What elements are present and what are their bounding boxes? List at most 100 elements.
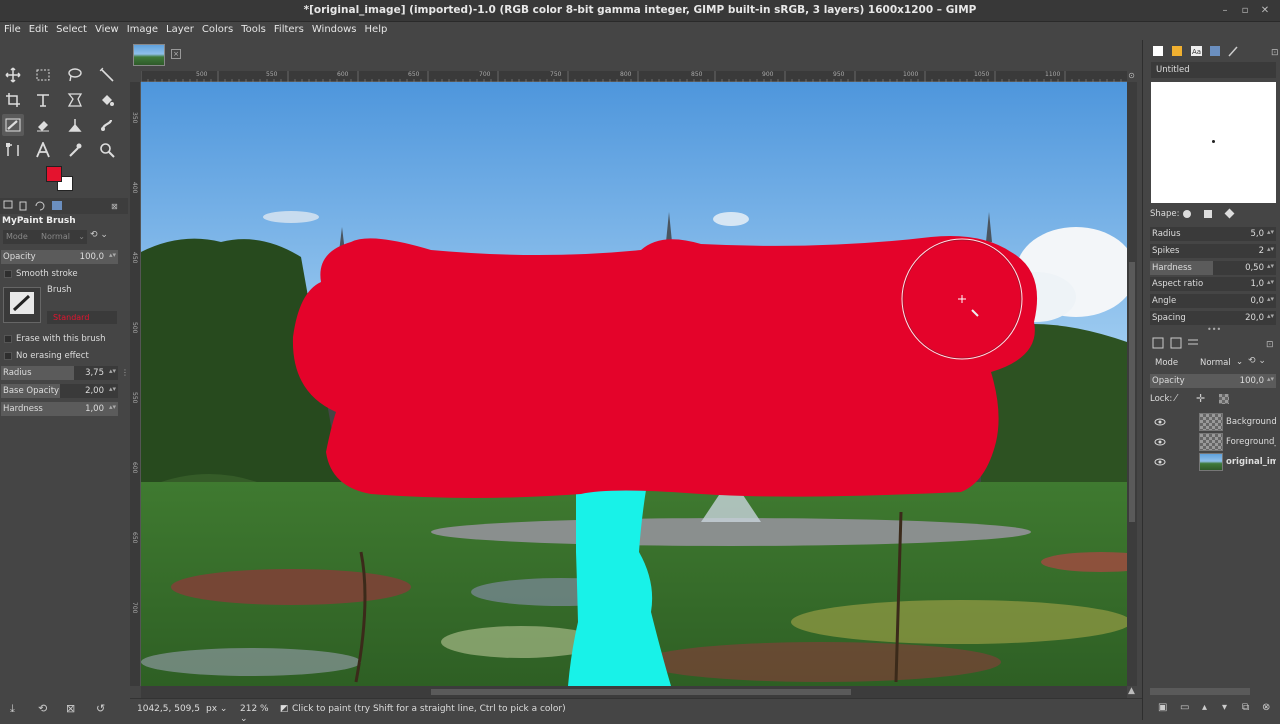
smooth-stroke-checkbox[interactable] [4, 270, 12, 278]
menu-layer[interactable]: Layer [162, 22, 198, 35]
visibility-eye-icon[interactable] [1154, 416, 1166, 428]
brush-name-field[interactable]: Standard [47, 311, 117, 324]
warp-transform-icon[interactable] [64, 89, 86, 111]
clone-icon[interactable] [64, 114, 86, 136]
zoom-icon[interactable] [96, 139, 118, 161]
layer-mode-reset-icon[interactable]: ⟲ ⌄ [1248, 356, 1266, 366]
no-erasing-checkbox[interactable] [4, 352, 12, 360]
layers-bottom-bar: ▣ ▭ ▴ ▾ ⧉ ⊗ [1150, 700, 1278, 718]
brush-angle-slider[interactable]: Angle 0,0 ▴▾ [1150, 294, 1276, 308]
close-button[interactable]: ✕ [1258, 4, 1272, 18]
unit-select[interactable]: px ⌄ [202, 702, 234, 717]
brush-spikes-slider[interactable]: Spikes 2 ▴▾ [1150, 244, 1276, 258]
circle-shape-icon[interactable] [1183, 210, 1191, 218]
lock-pixels-icon[interactable]: ⁄ [1175, 393, 1177, 404]
layer-name: Background_f [1226, 417, 1276, 427]
maximize-button[interactable]: ▫ [1238, 4, 1252, 18]
menu-image[interactable]: Image [123, 22, 162, 35]
opacity-slider[interactable]: Opacity 100,0 ▴▾ [1, 250, 118, 264]
navigate-icon[interactable]: ▲ [1126, 686, 1137, 698]
brush-name-field[interactable]: Untitled [1151, 62, 1276, 78]
brush-spacing-slider[interactable]: Spacing 20,0 ▴▾ [1150, 311, 1276, 325]
menu-view[interactable]: View [91, 22, 123, 35]
toolbox-bottom-bar: ⤓ ⟲ ⊠ ↺ [0, 698, 128, 720]
delete-options-icon[interactable]: ⊠ [66, 702, 75, 715]
new-layer-icon[interactable]: ▣ [1158, 702, 1167, 713]
text-tool-icon[interactable] [32, 139, 54, 161]
no-erasing-label: No erasing effect [16, 351, 89, 361]
unified-transform-icon[interactable] [32, 89, 54, 111]
lasso-icon[interactable] [64, 64, 86, 86]
layer-opacity-slider[interactable]: Opacity 100,0 ▴▾ [1150, 374, 1276, 388]
eraser-icon[interactable] [32, 114, 54, 136]
vertical-scrollbar[interactable] [1127, 82, 1137, 686]
radius-slider[interactable]: Radius 3,75 ▴▾ [1, 366, 118, 380]
duplicate-layer-icon[interactable]: ⧉ [1242, 702, 1249, 713]
crop-icon[interactable] [2, 89, 24, 111]
lock-label: Lock: [1150, 394, 1173, 404]
lower-layer-icon[interactable]: ▾ [1222, 702, 1227, 713]
layer-row[interactable]: Foreground_f [1150, 432, 1276, 452]
image-tab-thumbnail[interactable] [133, 44, 165, 66]
foreground-color-swatch[interactable] [46, 166, 62, 182]
visibility-eye-icon[interactable] [1154, 436, 1166, 448]
lock-position-icon[interactable]: ✛ [1196, 392, 1205, 405]
mode-reset-icon[interactable]: ⟲ ⌄ [90, 230, 118, 244]
paintbrush-tool-icon[interactable] [2, 114, 24, 136]
rect-select-icon[interactable] [32, 64, 54, 86]
menu-colors[interactable]: Colors [198, 22, 237, 35]
dock-tabs: ⊠ [0, 198, 128, 214]
tool-options-panel: ⊠ MyPaint Brush Mode Normal ⌄ ⟲ ⌄ Opacit… [0, 198, 129, 698]
chain-icon[interactable]: ⋮ [121, 368, 129, 377]
color-picker-icon[interactable] [64, 139, 86, 161]
visibility-eye-icon[interactable] [1154, 456, 1166, 468]
menu-edit[interactable]: Edit [25, 22, 52, 35]
image-canvas[interactable] [141, 82, 1127, 686]
layer-mode-select[interactable]: Mode Normal ⌄ [1150, 355, 1246, 370]
svg-text:Aa: Aa [1192, 48, 1201, 56]
brush-preview-button[interactable] [3, 287, 41, 323]
brush-hardness-slider[interactable]: Hardness 0,50 ▴▾ [1150, 261, 1276, 275]
layer-row[interactable]: Background_f [1150, 412, 1276, 432]
status-paint-icon: ◩ [280, 704, 289, 714]
svg-text:⊠: ⊠ [111, 202, 118, 211]
fuzzy-select-icon[interactable] [96, 64, 118, 86]
move-tool-icon[interactable] [2, 64, 24, 86]
save-options-icon[interactable]: ⤓ [10, 702, 15, 716]
brush-aspect-ratio-slider[interactable]: Aspect ratio 1,0 ▴▾ [1150, 277, 1276, 291]
reset-options-icon[interactable]: ↺ [96, 702, 105, 715]
menu-file[interactable]: File [0, 22, 25, 35]
brush-radius-slider[interactable]: Radius 5,0 ▴▾ [1150, 227, 1276, 241]
bucket-fill-icon[interactable] [96, 89, 118, 111]
menu-tools[interactable]: Tools [237, 22, 270, 35]
zoom-select[interactable]: 212 % ⌄ [238, 702, 280, 724]
brush-dock-tabs: Aa ⊡ [1149, 43, 1280, 59]
new-group-icon[interactable]: ▭ [1180, 702, 1189, 713]
layer-row[interactable]: original_imag [1150, 452, 1276, 472]
lock-alpha-icon[interactable] [1219, 394, 1229, 404]
menu-filters[interactable]: Filters [270, 22, 308, 35]
base-opacity-slider[interactable]: Base Opacity 2,00 ▴▾ [1, 384, 118, 398]
menu-select[interactable]: Select [52, 22, 91, 35]
hardness-slider[interactable]: Hardness 1,00 ▴▾ [1, 402, 118, 416]
smooth-stroke-label: Smooth stroke [16, 269, 78, 279]
brush-shape-preview [1151, 82, 1276, 203]
delete-layer-icon[interactable]: ⊗ [1262, 702, 1270, 713]
smudge-icon[interactable] [96, 114, 118, 136]
square-shape-icon[interactable] [1204, 210, 1212, 218]
svg-text:⊡: ⊡ [1271, 48, 1279, 58]
horizontal-scrollbar[interactable] [141, 686, 1127, 698]
pointer-coordinates: 1042,5, 509,5 [137, 704, 200, 714]
raise-layer-icon[interactable]: ▴ [1202, 702, 1207, 713]
layers-scrollbar[interactable] [1150, 688, 1250, 695]
resize-handle-icon[interactable]: ••• [1207, 325, 1221, 334]
close-tab-icon[interactable]: × [171, 49, 181, 59]
erase-checkbox[interactable] [4, 335, 12, 343]
quickmask-icon[interactable]: ⊙ [1126, 71, 1137, 82]
restore-options-icon[interactable]: ⟲ [38, 702, 47, 715]
mode-select[interactable]: Mode Normal ⌄ [3, 230, 87, 244]
menu-help[interactable]: Help [361, 22, 392, 35]
minimize-button[interactable]: – [1218, 4, 1232, 18]
menu-windows[interactable]: Windows [308, 22, 361, 35]
paths-icon[interactable] [2, 139, 24, 161]
